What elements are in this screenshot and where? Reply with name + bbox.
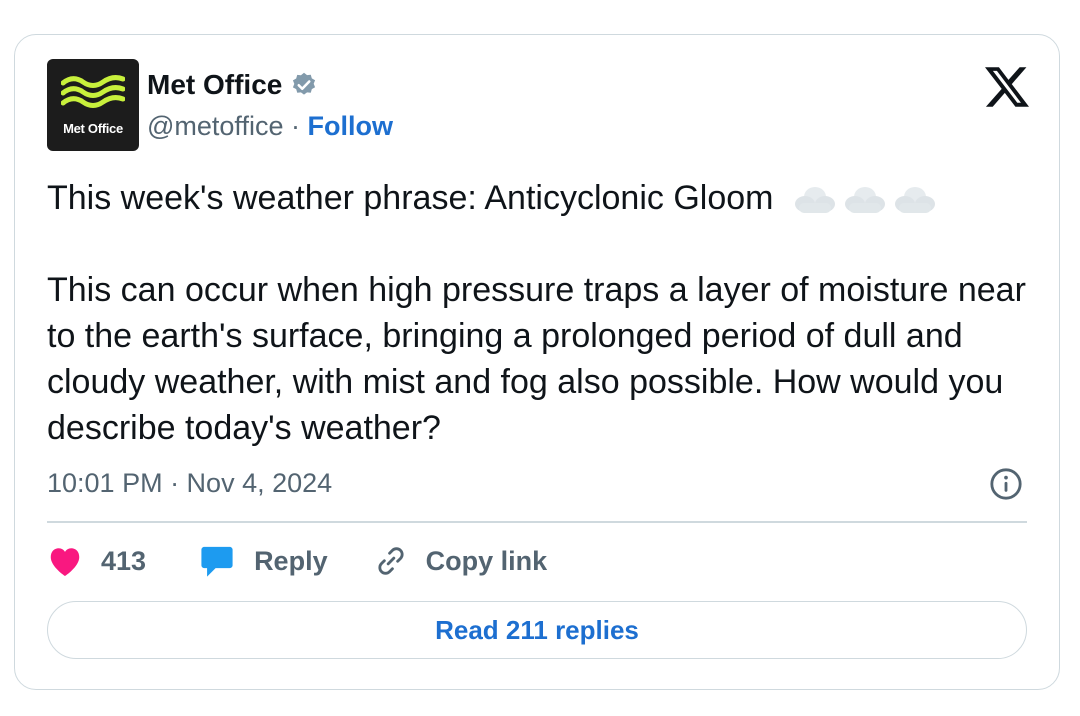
avatar[interactable]: Met Office <box>47 59 139 151</box>
tweet-line-1: This week's weather phrase: Anticyclonic… <box>47 179 774 217</box>
link-icon <box>378 547 404 575</box>
tweet-timestamp[interactable]: 10:01 PM · Nov 4, 2024 <box>47 468 332 499</box>
read-replies-button[interactable]: Read 211 replies <box>47 601 1027 659</box>
like-count: 413 <box>101 545 147 576</box>
follow-link[interactable]: Follow <box>308 111 393 141</box>
tweet-text: This week's weather phrase: Anticyclonic… <box>47 175 1037 451</box>
account-handle[interactable]: @metoffice <box>147 111 283 141</box>
reply-bubble-icon <box>201 546 233 577</box>
account-name[interactable]: Met Office <box>147 69 282 101</box>
cloud-icon <box>844 187 885 214</box>
copy-link-label: Copy link <box>425 545 548 576</box>
separator: · <box>290 111 300 141</box>
avatar-label: Met Office <box>63 121 123 136</box>
x-logo-icon[interactable] <box>985 65 1029 109</box>
cloud-icon <box>894 187 935 214</box>
like-button[interactable]: 413 <box>47 544 146 578</box>
cloud-icon <box>794 187 835 214</box>
reply-label: Reply <box>254 545 328 576</box>
action-bar: 413 Reply Copy link <box>47 543 547 579</box>
met-office-logo-icon <box>61 75 125 108</box>
verified-badge-icon <box>293 72 316 95</box>
cloud-emojis <box>793 183 937 217</box>
copy-link-button[interactable]: Copy link <box>374 544 548 578</box>
tweet-body: This can occur when high pressure traps … <box>47 271 1026 447</box>
divider <box>47 521 1027 523</box>
reply-button[interactable]: Reply <box>198 544 328 578</box>
info-icon[interactable] <box>989 467 1023 501</box>
tweet-card: Met Office Met Office @metoffice · Follo… <box>14 34 1060 690</box>
heart-icon <box>50 548 80 576</box>
